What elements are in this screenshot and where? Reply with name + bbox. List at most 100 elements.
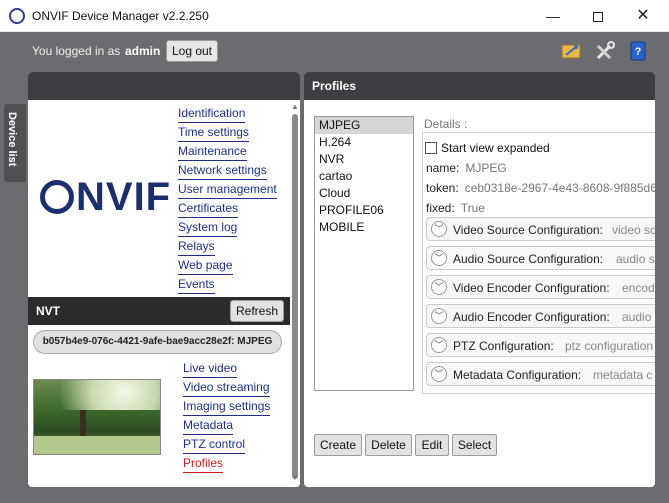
menu-item-identification[interactable]: Identification: [178, 104, 246, 123]
logout-button[interactable]: Log out: [166, 40, 218, 62]
app-icon: [9, 8, 25, 24]
profile-item-nvr[interactable]: NVR: [315, 151, 413, 168]
scroll-up-icon[interactable]: ▲: [290, 102, 300, 112]
video-thumbnail[interactable]: [33, 379, 161, 455]
scroll-down-icon[interactable]: ▼: [290, 473, 300, 483]
menu-item-user-management[interactable]: User management: [178, 180, 277, 199]
device-panel: NVIF Identification Time settings Mainte…: [28, 72, 300, 487]
login-prefix: You logged in as: [32, 44, 121, 58]
nvt-item-profiles[interactable]: Profiles: [183, 454, 224, 473]
help-book-icon[interactable]: ?: [627, 40, 649, 62]
maximize-icon: [593, 12, 603, 23]
config-summary: ptz configuration: [565, 339, 654, 353]
config-summary: video so: [612, 223, 655, 237]
onvif-logo: NVIF: [40, 175, 171, 220]
detail-name-value: MJPEG: [465, 161, 507, 175]
profile-item-cartao[interactable]: cartao: [315, 168, 413, 185]
nvt-menu: Live video Video streaming Imaging setti…: [183, 359, 291, 473]
logo-ring: [40, 180, 74, 214]
menu-item-relays[interactable]: Relays: [178, 237, 215, 256]
menu-item-system-log[interactable]: System log: [178, 218, 238, 237]
profiles-panel: Profiles MJPEG H.264 NVR cartao Cloud PR…: [304, 72, 655, 487]
audio-encoder-config[interactable]: ﹀ Audio Encoder Configuration: audio: [426, 304, 655, 328]
maximize-button[interactable]: [575, 0, 621, 32]
nvt-bar: NVT Refresh: [28, 297, 290, 325]
config-title: Video Encoder Configuration:: [453, 281, 610, 295]
window-title: ONVIF Device Manager v2.2.250: [32, 9, 209, 23]
audio-source-config[interactable]: ﹀ Audio Source Configuration: audio s: [426, 246, 655, 270]
chevron-down-icon[interactable]: ﹀: [431, 337, 447, 353]
profile-token-pill[interactable]: b057b4e9-076c-4421-9afe-bae9acc28e2f: MJ…: [33, 330, 282, 354]
profile-item-cloud[interactable]: Cloud: [315, 185, 413, 202]
menu-item-time-settings[interactable]: Time settings: [178, 123, 249, 142]
profile-item-mjpeg[interactable]: MJPEG: [315, 117, 413, 134]
create-button[interactable]: Create: [314, 434, 362, 456]
scrollbar-thumb[interactable]: [292, 114, 298, 479]
detail-fixed: fixed: True: [426, 201, 485, 215]
chevron-down-icon[interactable]: ﹀: [431, 279, 447, 295]
config-title: Audio Encoder Configuration:: [453, 310, 610, 324]
upgrade-icon[interactable]: [560, 40, 582, 62]
profile-item-profile06[interactable]: PROFILE06: [315, 202, 413, 219]
config-title: Video Source Configuration:: [453, 223, 603, 237]
detail-fixed-key: fixed:: [426, 201, 455, 215]
device-list-label: Device list: [6, 112, 18, 167]
menu-item-network-settings[interactable]: Network settings: [178, 161, 267, 180]
device-panel-header: [28, 72, 300, 100]
settings-tools-icon[interactable]: [594, 40, 616, 62]
nvt-item-imaging-settings[interactable]: Imaging settings: [183, 397, 271, 416]
menu-item-maintenance[interactable]: Maintenance: [178, 142, 247, 161]
start-view-expanded-label: Start view expanded: [441, 141, 550, 155]
chevron-down-icon[interactable]: ﹀: [431, 250, 447, 266]
config-title: Audio Source Configuration:: [453, 252, 604, 266]
delete-button[interactable]: Delete: [365, 434, 412, 456]
config-summary: encod: [622, 281, 655, 295]
config-summary: metadata c: [593, 368, 653, 382]
profile-item-mobile[interactable]: MOBILE: [315, 219, 413, 236]
device-panel-scrollbar[interactable]: ▲ ▼: [290, 100, 300, 487]
detail-token-key: token:: [426, 181, 459, 195]
chevron-down-icon[interactable]: ﹀: [431, 221, 447, 237]
config-title: Metadata Configuration:: [453, 368, 582, 382]
nvt-item-live-video[interactable]: Live video: [183, 359, 238, 378]
menu-item-certificates[interactable]: Certificates: [178, 199, 239, 218]
logo-text: NVIF: [76, 175, 172, 219]
menu-item-events[interactable]: Events: [178, 275, 215, 294]
close-icon: ✕: [636, 7, 650, 24]
select-button[interactable]: Select: [452, 434, 497, 456]
video-encoder-config[interactable]: ﹀ Video Encoder Configuration: encod: [426, 275, 655, 299]
menu-item-web-page[interactable]: Web page: [178, 256, 233, 275]
login-user: admin: [125, 44, 161, 58]
config-summary: audio s: [616, 252, 655, 266]
video-source-config[interactable]: ﹀ Video Source Configuration: video so: [426, 217, 655, 241]
metadata-config[interactable]: ﹀ Metadata Configuration: metadata c: [426, 362, 655, 386]
nvt-item-ptz-control[interactable]: PTZ control: [183, 435, 246, 454]
window-title-bar: ONVIF Device Manager v2.2.250 — ✕: [0, 0, 669, 32]
thumbnail-grass: [34, 436, 160, 454]
start-view-expanded-checkbox[interactable]: [425, 142, 437, 154]
detail-fixed-value: True: [460, 201, 485, 215]
refresh-button[interactable]: Refresh: [230, 300, 284, 322]
detail-name: name: MJPEG: [426, 161, 507, 175]
close-button[interactable]: ✕: [620, 0, 666, 32]
detail-name-key: name:: [426, 161, 460, 175]
ptz-config[interactable]: ﹀ PTZ Configuration: ptz configuration: [426, 333, 655, 357]
minimize-icon: —: [546, 8, 560, 24]
config-summary: audio: [622, 310, 652, 324]
profile-list: MJPEG H.264 NVR cartao Cloud PROFILE06 M…: [314, 116, 414, 391]
panel-title: Profiles: [312, 79, 357, 93]
chevron-down-icon[interactable]: ﹀: [431, 366, 447, 382]
details-label: Details :: [424, 117, 468, 131]
profiles-panel-header: Profiles: [304, 72, 655, 100]
config-title: PTZ Configuration:: [453, 339, 554, 353]
detail-token-value: ceb0318e-2967-4e43-8608-9f885d6: [464, 181, 655, 195]
profile-item-h264[interactable]: H.264: [315, 134, 413, 151]
device-list-tab[interactable]: Device list: [4, 104, 26, 182]
nvt-item-video-streaming[interactable]: Video streaming: [183, 378, 270, 397]
edit-button[interactable]: Edit: [415, 434, 449, 456]
nvt-item-metadata[interactable]: Metadata: [183, 416, 234, 435]
svg-text:?: ?: [635, 46, 642, 58]
minimize-button[interactable]: —: [530, 0, 576, 32]
chevron-down-icon[interactable]: ﹀: [431, 308, 447, 324]
login-bar: You logged in as admin Log out ?: [0, 32, 669, 68]
